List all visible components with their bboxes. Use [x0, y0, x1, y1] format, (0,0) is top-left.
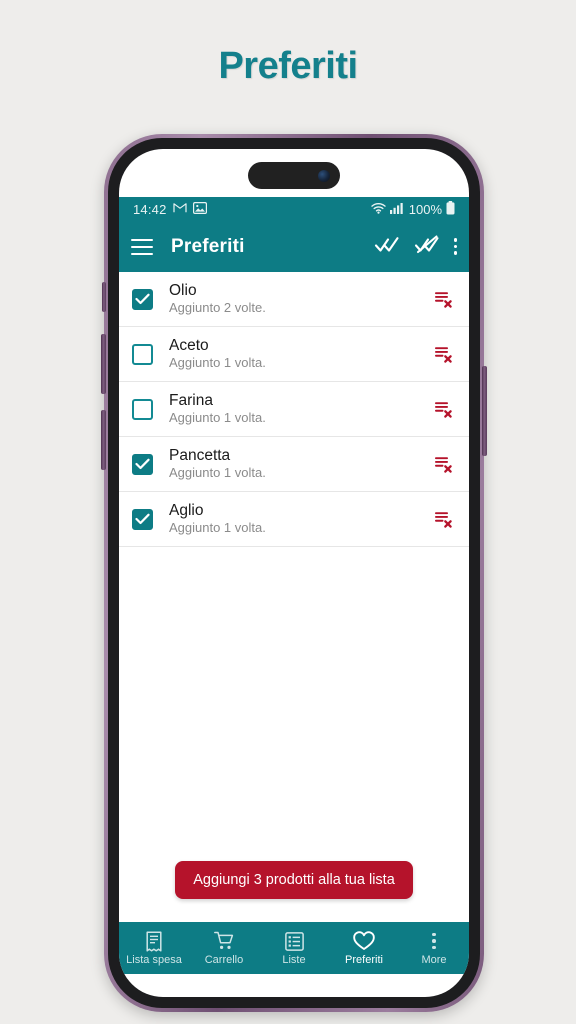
- photos-icon: [192, 201, 207, 217]
- battery-full-icon: [446, 200, 455, 218]
- list-item[interactable]: Pancetta Aggiunto 1 volta.: [119, 437, 469, 492]
- heart-icon: [353, 931, 375, 952]
- list-item[interactable]: Farina Aggiunto 1 volta.: [119, 382, 469, 437]
- page-title: Preferiti: [218, 45, 358, 87]
- phone-bezel: 14:42 100% Preferiti Olio Aggiunto 2 vol…: [108, 138, 480, 1008]
- favorites-list: Olio Aggiunto 2 volte. Aceto Aggiunto 1 …: [119, 272, 469, 547]
- item-checkbox[interactable]: [132, 343, 153, 365]
- hamburger-menu-icon[interactable]: [131, 238, 153, 255]
- item-name: Aglio: [169, 502, 204, 520]
- battery-percentage: 100%: [408, 201, 442, 217]
- status-bar-clock: 14:42: [133, 201, 167, 217]
- double-check-icon[interactable]: [374, 234, 400, 259]
- item-subtitle: Aggiunto 1 volta.: [169, 519, 266, 535]
- list-item[interactable]: Aglio Aggiunto 1 volta.: [119, 492, 469, 547]
- nav-label: Carrello: [204, 953, 244, 966]
- item-checkbox[interactable]: [132, 453, 153, 475]
- item-checkbox[interactable]: [132, 288, 153, 310]
- dynamic-island: [248, 162, 340, 189]
- nav-label: Preferiti: [345, 953, 383, 966]
- bottom-navigation: Lista spesa Carrello Liste Preferiti Mor…: [119, 922, 469, 974]
- nav-label: Lista spesa: [126, 953, 182, 966]
- gmail-icon: [172, 202, 187, 216]
- list-item[interactable]: Aceto Aggiunto 1 volta.: [119, 327, 469, 382]
- item-subtitle: Aggiunto 1 volta.: [169, 464, 266, 480]
- nav-item-carrello[interactable]: Carrello: [189, 931, 259, 966]
- more-vertical-icon[interactable]: [453, 238, 457, 255]
- cta-container: Aggiungi 3 prodotti alla tua lista: [119, 861, 469, 899]
- cellular-signal-icon: [389, 202, 403, 217]
- nav-label: Liste: [282, 953, 306, 966]
- phone-frame: 14:42 100% Preferiti Olio Aggiunto 2 vol…: [101, 134, 487, 1012]
- wifi-icon: [371, 202, 386, 217]
- item-name: Pancetta: [169, 447, 231, 465]
- remove-from-list-icon[interactable]: [431, 342, 455, 366]
- remove-from-list-icon[interactable]: [431, 397, 455, 421]
- double-check-crossed-icon[interactable]: [414, 234, 440, 259]
- list-box-icon: [284, 931, 304, 952]
- nav-item-liste[interactable]: Liste: [259, 931, 329, 966]
- more-vertical-icon: [432, 931, 436, 952]
- receipt-icon: [145, 930, 163, 952]
- item-name: Farina: [169, 392, 213, 410]
- app-bar: Preferiti: [119, 221, 469, 272]
- power-button[interactable]: [482, 366, 487, 456]
- silent-switch-button[interactable]: [102, 282, 106, 312]
- item-name: Aceto: [169, 337, 209, 355]
- item-checkbox[interactable]: [132, 398, 153, 420]
- volume-down-button[interactable]: [101, 410, 106, 470]
- volume-up-button[interactable]: [101, 334, 106, 394]
- remove-from-list-icon[interactable]: [431, 507, 455, 531]
- item-subtitle: Aggiunto 1 volta.: [169, 409, 266, 425]
- nav-item-more[interactable]: More: [399, 931, 469, 966]
- nav-label: More: [421, 953, 447, 966]
- front-camera-icon: [318, 169, 330, 182]
- add-products-button[interactable]: Aggiungi 3 prodotti alla tua lista: [175, 861, 413, 899]
- list-item[interactable]: Olio Aggiunto 2 volte.: [119, 272, 469, 327]
- nav-item-lista-spesa[interactable]: Lista spesa: [119, 930, 189, 966]
- item-subtitle: Aggiunto 1 volta.: [169, 354, 266, 370]
- shopping-cart-icon: [213, 931, 235, 952]
- item-subtitle: Aggiunto 2 volte.: [169, 299, 266, 315]
- remove-from-list-icon[interactable]: [431, 452, 455, 476]
- phone-screen: 14:42 100% Preferiti Olio Aggiunto 2 vol…: [119, 149, 469, 997]
- app-bar-title: Preferiti: [171, 235, 245, 257]
- item-checkbox[interactable]: [132, 508, 153, 530]
- remove-from-list-icon[interactable]: [431, 287, 455, 311]
- status-bar: 14:42 100%: [119, 197, 469, 221]
- item-name: Olio: [169, 282, 197, 300]
- nav-item-preferiti[interactable]: Preferiti: [329, 931, 399, 966]
